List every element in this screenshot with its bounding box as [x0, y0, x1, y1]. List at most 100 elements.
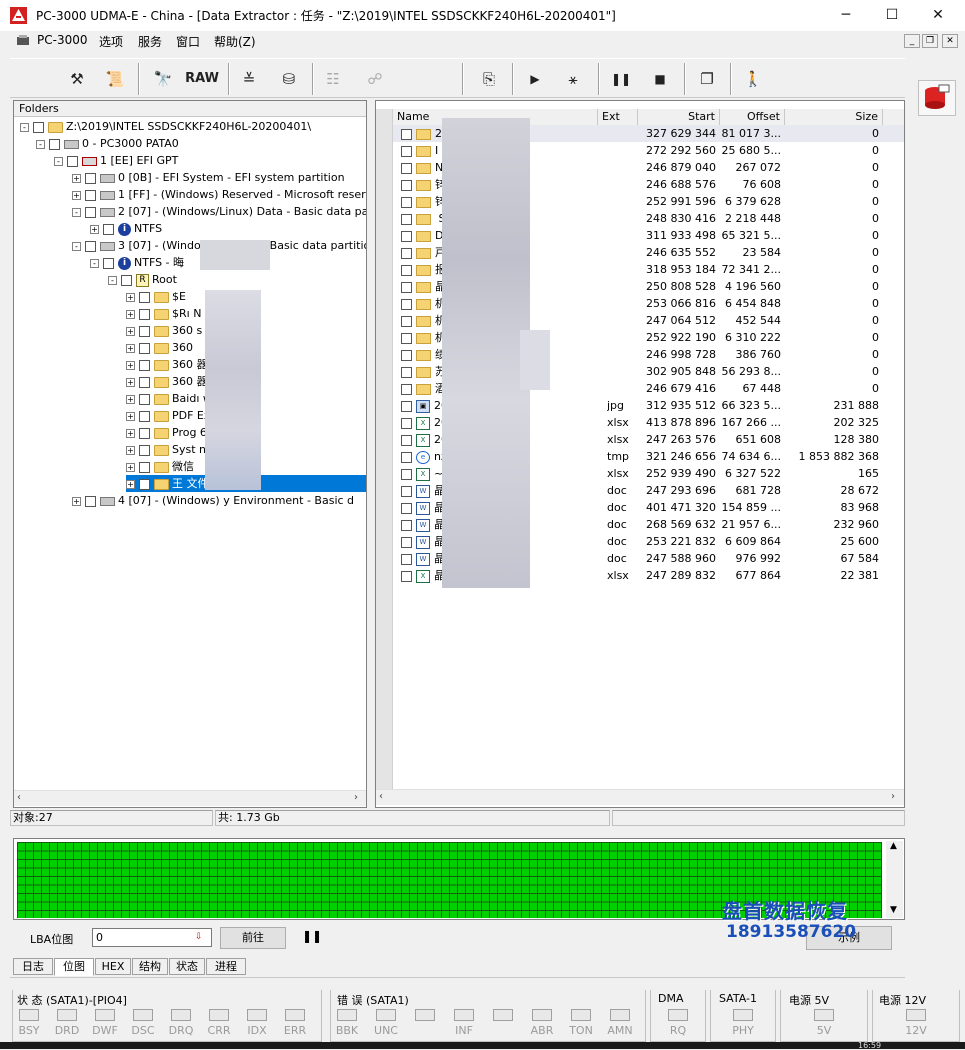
scroll-up-icon[interactable]: ▲	[890, 841, 897, 851]
tab-3[interactable]: 结构	[132, 958, 168, 975]
collapse-icon[interactable]: -	[54, 156, 63, 166]
menu-options[interactable]: 选项	[99, 33, 123, 50]
expand-icon[interactable]: +	[126, 360, 135, 370]
goto-button[interactable]: 前往	[220, 927, 286, 949]
tree-checkbox[interactable]	[139, 308, 150, 320]
file-checkbox[interactable]	[401, 468, 412, 480]
pause-icon[interactable]: ❚❚	[606, 65, 636, 93]
tree-checkbox[interactable]	[139, 393, 150, 405]
menu-help[interactable]: 帮助(Z)	[214, 33, 256, 50]
tree-node[interactable]: - R Root	[108, 271, 177, 288]
scroll-left-icon[interactable]: ‹	[379, 791, 383, 802]
column-offset[interactable]: Offset	[720, 109, 785, 125]
play-icon[interactable]: ▶	[520, 65, 550, 93]
expand-icon[interactable]: +	[126, 462, 135, 472]
file-checkbox[interactable]	[401, 332, 412, 344]
scroll-right-icon[interactable]: ›	[891, 791, 895, 802]
scroll-icon[interactable]: 📜	[100, 65, 130, 93]
bitmap-vscrollbar[interactable]: ▲ ▼	[886, 841, 903, 918]
file-checkbox[interactable]	[401, 434, 412, 446]
expand-icon[interactable]: +	[126, 479, 135, 489]
expand-icon[interactable]: +	[72, 190, 81, 200]
side-database-icon[interactable]	[918, 80, 956, 116]
tree-checkbox[interactable]	[139, 359, 150, 371]
expand-icon[interactable]: +	[126, 343, 135, 353]
tree-node[interactable]: +1 [FF] - (Windows) Reserved - Microsoft…	[72, 186, 366, 203]
mdi-minimize-button[interactable]: _	[904, 34, 920, 48]
expand-icon[interactable]: +	[126, 428, 135, 438]
tree-checkbox[interactable]	[33, 121, 44, 133]
expand-icon[interactable]: +	[126, 394, 135, 404]
tree-checkbox[interactable]	[85, 206, 96, 218]
tree-checkbox[interactable]	[139, 478, 150, 490]
file-checkbox[interactable]	[401, 145, 412, 157]
disk-icon[interactable]: ⛁	[274, 65, 304, 93]
mdi-restore-button[interactable]: ❐	[922, 34, 938, 48]
menu-service[interactable]: 服务	[138, 33, 162, 50]
tree-node[interactable]: + $Rı N	[126, 305, 201, 322]
collapse-icon[interactable]: -	[20, 122, 29, 132]
map-disk-icon[interactable]: ⎘	[474, 65, 504, 93]
tree-node[interactable]: +4 [07] - (Windows) y Environment - Basi…	[72, 492, 354, 509]
menu-pc3000[interactable]: PC-3000	[37, 33, 87, 47]
expand-icon[interactable]: +	[126, 377, 135, 387]
column-start[interactable]: Start	[638, 109, 720, 125]
expand-icon[interactable]: +	[126, 292, 135, 302]
tree-checkbox[interactable]	[121, 274, 132, 286]
lba-arrow-icon[interactable]: ⇩	[195, 932, 203, 942]
mdi-close-button[interactable]: ✕	[942, 34, 958, 48]
tree-node[interactable]: +0 [0B] - EFI System - EFI system partit…	[72, 169, 345, 186]
expand-icon[interactable]: +	[90, 224, 99, 234]
stop-icon[interactable]: ■	[645, 65, 675, 93]
bitmap-pause-button[interactable]: ❚❚	[302, 929, 322, 943]
exit-icon[interactable]: 🚶	[738, 65, 768, 93]
scroll-down-icon[interactable]: ▼	[890, 905, 897, 915]
file-checkbox[interactable]	[401, 281, 412, 293]
file-checkbox[interactable]	[401, 230, 412, 242]
file-checkbox[interactable]	[401, 128, 412, 140]
tab-2[interactable]: HEX	[95, 958, 131, 975]
menu-window[interactable]: 窗口	[176, 33, 200, 50]
minimize-button[interactable]: ─	[823, 0, 869, 31]
tree-checkbox[interactable]	[85, 240, 96, 252]
tree-node[interactable]: - Z:\2019\INTEL SSDSCKKF240H6L-20200401\	[20, 118, 311, 135]
tree-node[interactable]: - 2 [07] - (Windows/Linux) Data - Basic d…	[72, 203, 366, 220]
collapse-icon[interactable]: -	[72, 207, 81, 217]
file-checkbox[interactable]	[401, 264, 412, 276]
file-checkbox[interactable]	[401, 400, 412, 412]
file-checkbox[interactable]	[401, 247, 412, 259]
tree-icon[interactable]: ☷	[318, 65, 348, 93]
file-checkbox[interactable]	[401, 502, 412, 514]
tree-checkbox[interactable]	[139, 427, 150, 439]
expand-icon[interactable]: +	[126, 309, 135, 319]
file-checkbox[interactable]	[401, 366, 412, 378]
copy-windows-icon[interactable]: ❐	[692, 65, 722, 93]
tree-checkbox[interactable]	[67, 155, 78, 167]
tree-checkbox[interactable]	[85, 172, 96, 184]
file-checkbox[interactable]	[401, 570, 412, 582]
file-checkbox[interactable]	[401, 162, 412, 174]
tree-checkbox[interactable]	[139, 410, 150, 422]
file-checkbox[interactable]	[401, 213, 412, 225]
file-checkbox[interactable]	[401, 519, 412, 531]
tab-0[interactable]: 日志	[13, 958, 53, 975]
folders-tree-pane[interactable]: Folders - Z:\2019\INTEL SSDSCKKF240H6L-20…	[13, 100, 367, 808]
lba-input[interactable]	[92, 928, 212, 947]
tree-checkbox[interactable]	[85, 495, 96, 507]
binoculars-icon[interactable]: 🔭	[148, 65, 178, 93]
collapse-icon[interactable]: -	[90, 258, 99, 268]
collapse-icon[interactable]: -	[72, 241, 81, 251]
file-checkbox[interactable]	[401, 536, 412, 548]
scroll-right-icon[interactable]: ›	[354, 792, 358, 803]
tree-checkbox[interactable]	[139, 291, 150, 303]
column-size[interactable]: Size	[785, 109, 883, 125]
file-checkbox[interactable]	[401, 298, 412, 310]
tree-checkbox[interactable]	[103, 223, 114, 235]
tree-checkbox[interactable]	[139, 325, 150, 337]
file-checkbox[interactable]	[401, 383, 412, 395]
tab-5[interactable]: 进程	[206, 958, 246, 975]
tree-compare-icon[interactable]: ≚	[234, 65, 264, 93]
expand-icon[interactable]: +	[126, 326, 135, 336]
expand-icon[interactable]: +	[126, 445, 135, 455]
tree-node[interactable]: - 1 [EE] EFI GPT	[54, 152, 178, 169]
